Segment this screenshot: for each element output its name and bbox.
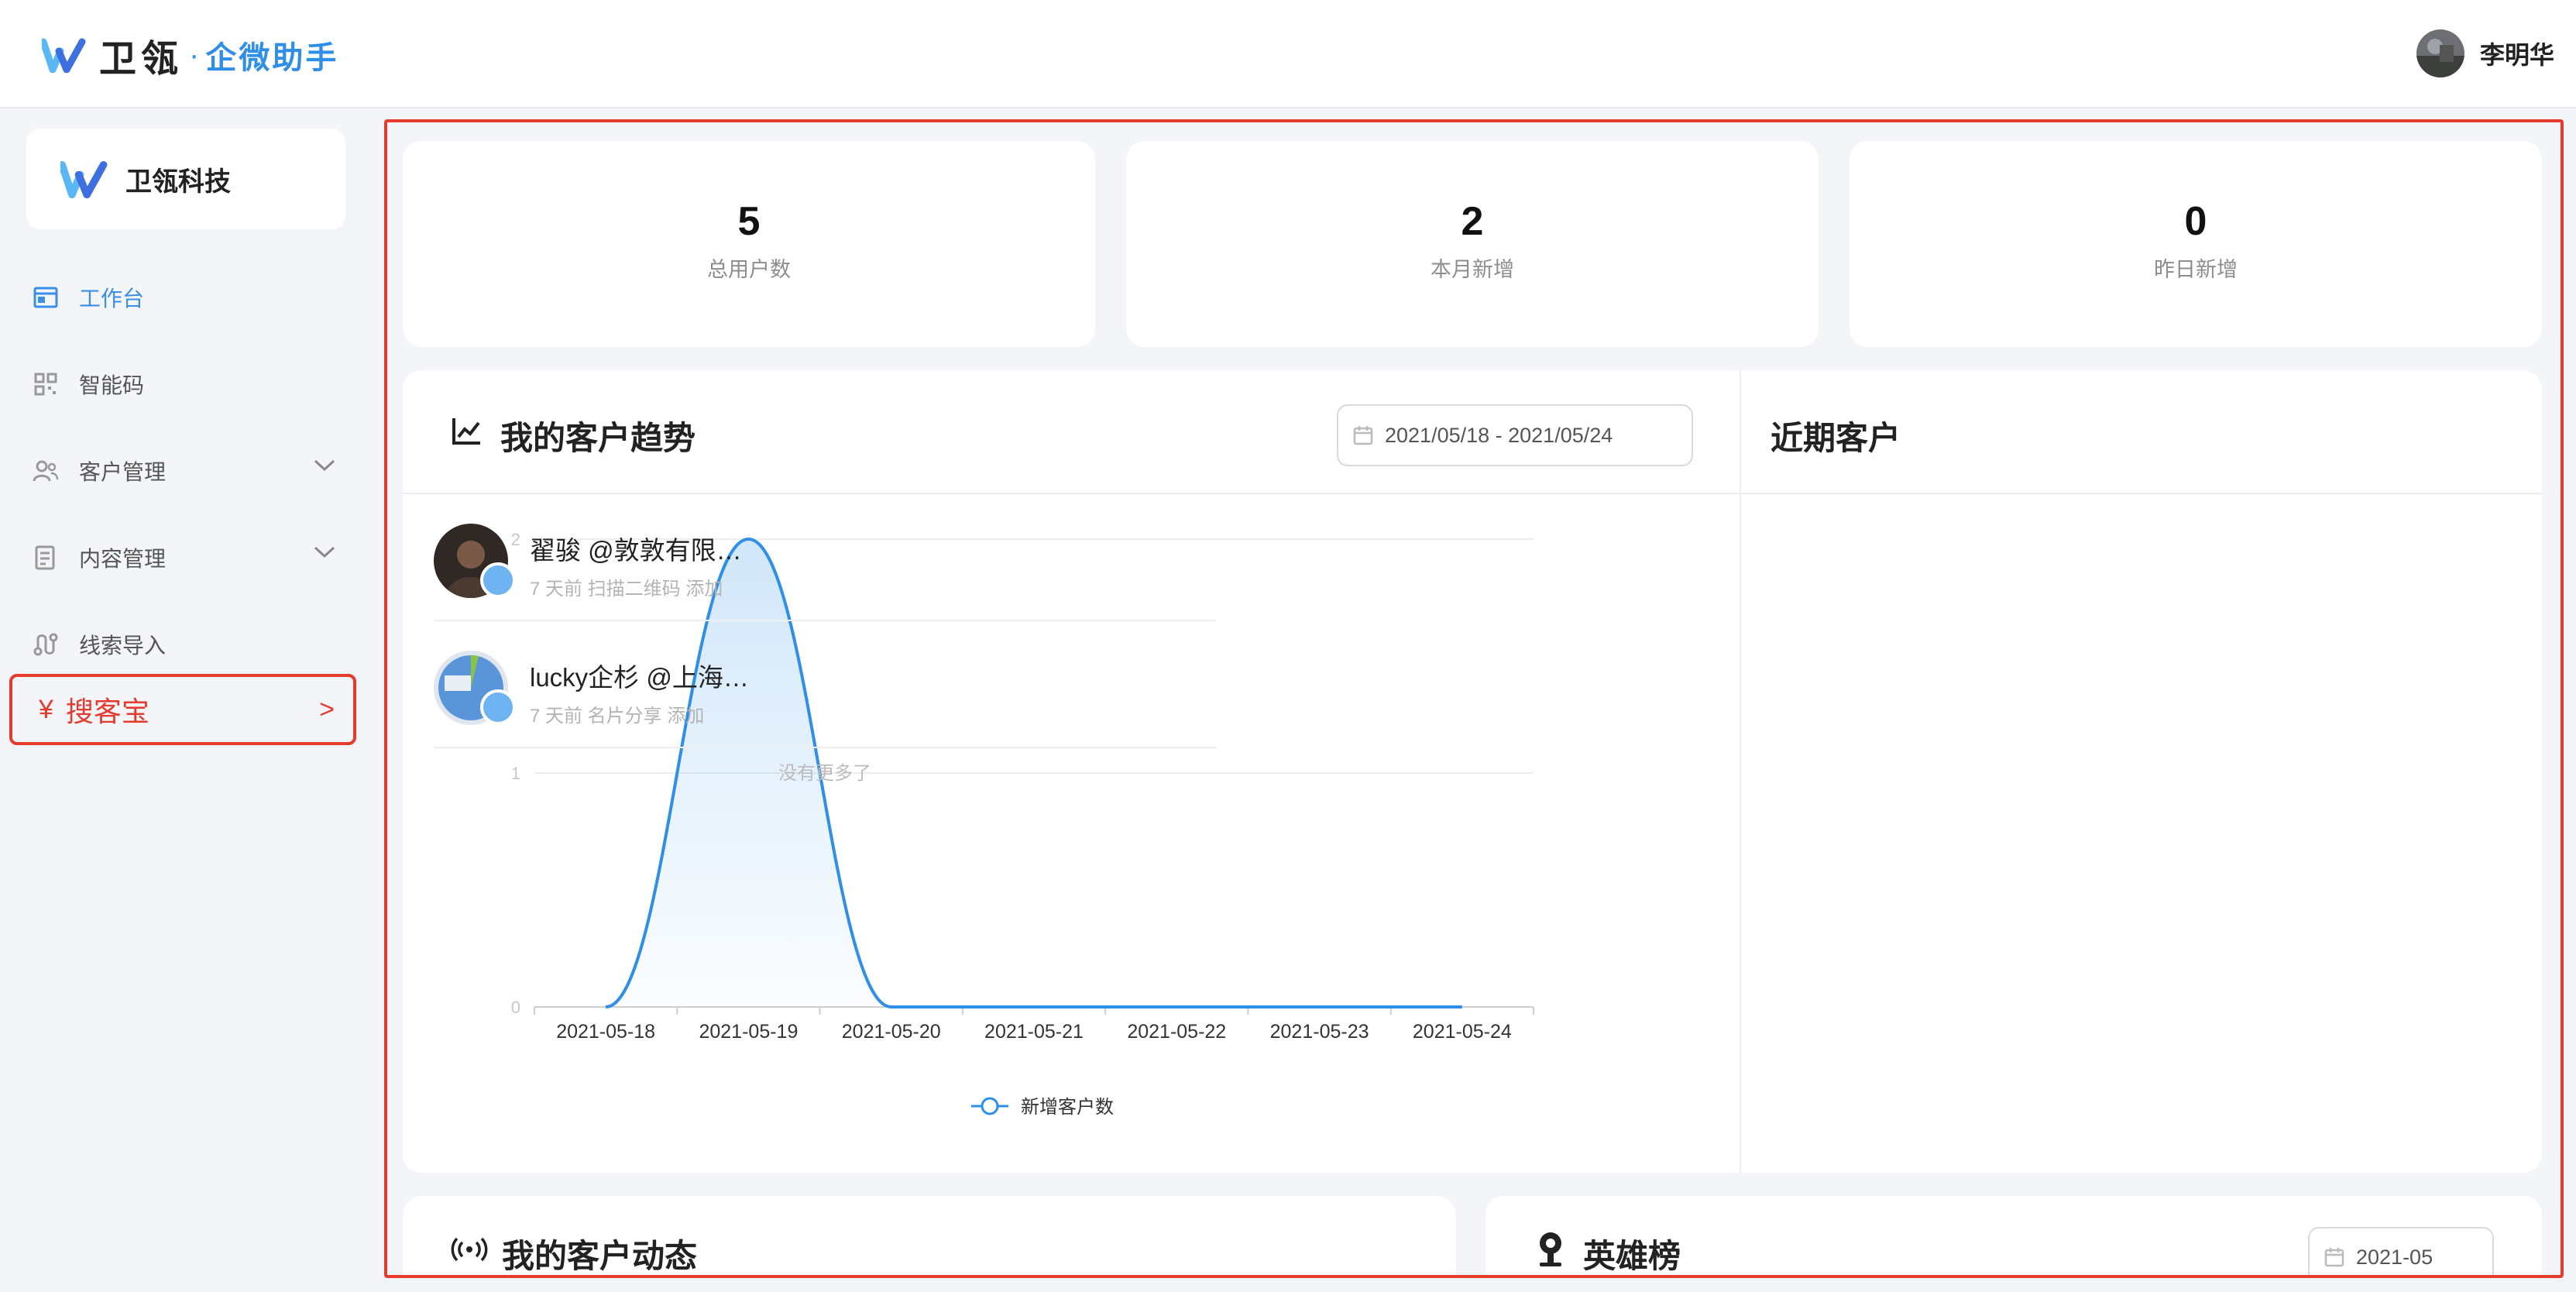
stat-label: 本月新增: [1431, 258, 1514, 281]
customer-meta: 7 天前 名片分享 添加: [530, 706, 705, 727]
route-icon: [33, 633, 58, 656]
customer-meta: 7 天前 扫描二维码 添加: [530, 579, 723, 600]
trend-title: 我的客户趋势: [500, 420, 696, 456]
qrcode-icon: [34, 373, 57, 396]
yen-icon: ¥: [39, 694, 53, 724]
user-name: 李明华: [2479, 41, 2554, 69]
chevron-right-icon: >: [319, 694, 335, 724]
document-icon: [35, 545, 55, 570]
sidebar-item-label: 客户管理: [79, 460, 167, 484]
stat-label: 总用户数: [707, 258, 791, 281]
stat-card-yesterday-new: 0 昨日新增: [1850, 141, 2542, 347]
broadcast-icon: [451, 1237, 488, 1262]
y-tick-label: 0: [511, 998, 520, 1017]
brand-logo[interactable]: 卫瓴 · 企微助手: [42, 28, 338, 82]
x-tick-label: 2021-05-24: [1413, 1021, 1512, 1043]
panel-vertical-divider: [1740, 370, 1741, 1173]
calendar-icon: [2324, 1248, 2344, 1267]
customer-name: lucky企杉 @上海…: [530, 663, 749, 692]
no-more-text: 没有更多了: [778, 763, 871, 784]
list-item[interactable]: lucky企杉 @上海… 7 天前 名片分享 添加: [434, 621, 1216, 748]
legend-marker: [981, 1097, 999, 1115]
sidebar-item-content-mgmt[interactable]: 内容管理: [0, 514, 373, 601]
main-content: 5 总用户数 2 本月新增 0 昨日新增 我的客户趋势 2021/05/18 -…: [384, 119, 2564, 1278]
hero-ranking-title: 英雄榜: [1583, 1238, 1681, 1274]
legend-label: 新增客户数: [1021, 1097, 1114, 1118]
overview-panel: 我的客户趋势 2021/05/18 - 2021/05/24 0 1 2 2021-0…: [403, 370, 2542, 1173]
sidebar-nav: 工作台 智能码 客户管理 内容管理 线索导入: [0, 254, 373, 688]
trend-date-picker[interactable]: 2021/05/18 - 2021/05/24: [1337, 404, 1693, 466]
user-menu[interactable]: 李明华: [2416, 29, 2554, 77]
sidebar: 卫瓴科技 工作台 智能码 客户管理 内容管理 线索导入 ¥ 搜客宝 >: [0, 110, 373, 1292]
sidebar-item-soukebao[interactable]: ¥ 搜客宝 >: [9, 674, 356, 745]
x-tick-label: 2021-05-21: [984, 1021, 1084, 1043]
customer-name: 翟骏 @敦敦有限…: [530, 536, 742, 565]
x-tick-label: 2021-05-20: [842, 1021, 941, 1043]
stat-card-month-new: 2 本月新增: [1126, 141, 1819, 347]
brand-name: 卫瓴: [99, 39, 184, 80]
sidebar-item-label: 线索导入: [79, 634, 167, 658]
date-range-value: 2021/05/18 - 2021/05/24: [1385, 423, 1613, 447]
recent-customers-title: 近期客户: [1771, 420, 1901, 456]
sidebar-item-label: 内容管理: [79, 547, 167, 571]
stat-value: 5: [737, 199, 761, 244]
chevron-down-icon[interactable]: [313, 459, 336, 472]
month-value: 2021-05: [2356, 1245, 2433, 1269]
chevron-down-icon[interactable]: [313, 545, 336, 559]
sidebar-item-workbench[interactable]: 工作台: [0, 254, 373, 341]
org-name: 卫瓴科技: [125, 167, 231, 197]
customer-activity-panel: 我的客户动态: [403, 1196, 1456, 1275]
org-card[interactable]: 卫瓴科技: [26, 129, 345, 229]
x-tick-label: 2021-05-23: [1270, 1021, 1369, 1043]
brand-w-icon: [42, 38, 86, 73]
ranking-month-picker[interactable]: 2021-05: [2308, 1227, 2494, 1275]
stat-value: 2: [1461, 199, 1484, 244]
line-chart-icon: [452, 418, 480, 445]
x-tick-label: 2021-05-19: [699, 1021, 798, 1043]
sidebar-item-label: 工作台: [79, 287, 145, 311]
sidebar-item-smart-code[interactable]: 智能码: [0, 341, 373, 428]
stat-value: 0: [2184, 199, 2207, 244]
brand-subtitle: 企微助手: [205, 41, 339, 75]
sidebar-item-label: 搜客宝: [65, 696, 149, 727]
org-logo-icon: [60, 161, 108, 198]
x-tick-label: 2021-05-22: [1127, 1021, 1226, 1043]
wechat-badge-icon: [480, 689, 516, 725]
sidebar-item-customer-mgmt[interactable]: 客户管理: [0, 428, 373, 514]
workbench-icon: [33, 287, 58, 308]
wechat-badge-icon: [480, 562, 516, 598]
users-icon: [33, 460, 59, 482]
brand-separator: ·: [189, 37, 200, 72]
sidebar-item-label: 智能码: [79, 373, 145, 397]
location-pin-icon: [1540, 1232, 1561, 1266]
stat-label: 昨日新增: [2154, 258, 2238, 281]
customer-activity-title: 我的客户动态: [502, 1238, 698, 1274]
list-item[interactable]: 翟骏 @敦敦有限… 7 天前 扫描二维码 添加: [434, 494, 1216, 621]
calendar-icon: [1353, 426, 1373, 445]
stat-card-total-users: 5 总用户数: [403, 141, 1095, 347]
avatar[interactable]: [2416, 29, 2464, 77]
x-tick-label: 2021-05-18: [556, 1021, 655, 1043]
hero-ranking-panel: 英雄榜 2021-05: [1485, 1196, 2542, 1275]
top-bar: 卫瓴 · 企微助手 李明华: [0, 0, 2576, 108]
